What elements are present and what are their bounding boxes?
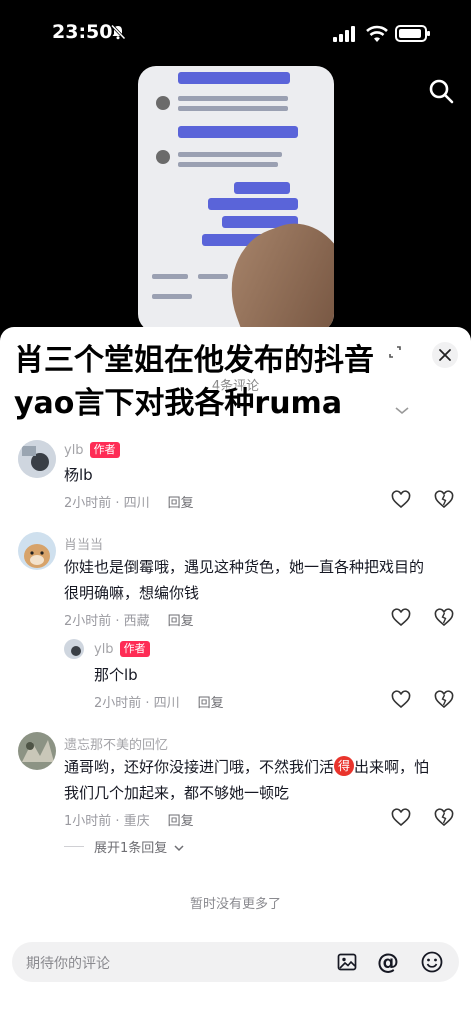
avatar[interactable] xyxy=(18,532,56,570)
comment-meta: 2小时前 · 四川 回复 xyxy=(64,492,194,511)
commenter-name[interactable]: 肖当当 xyxy=(64,534,103,553)
close-button[interactable] xyxy=(432,342,458,368)
commenter-name[interactable]: ylb 作者 xyxy=(64,442,120,458)
author-badge: 作者 xyxy=(89,442,120,458)
comment-text: 你娃也是倒霉哦，遇见这种货色，她一直各种把戏目的 很明确嘛，想编你钱 xyxy=(64,558,425,602)
no-more-text: 暂时没有更多了 xyxy=(189,897,281,912)
commenter-name[interactable]: ylb 作者 xyxy=(94,641,150,657)
comment-time: 2小时前 · 四川 xyxy=(64,496,150,511)
like-icon[interactable] xyxy=(391,690,411,710)
expand-replies-button[interactable]: 展开1条回复 xyxy=(64,837,184,856)
avatar[interactable] xyxy=(64,639,84,659)
commenter-name[interactable]: 遗忘那不美的回忆 xyxy=(64,734,168,753)
comment-meta: 2小时前 · 四川 回复 xyxy=(94,692,224,711)
emoji-de-icon: 得 xyxy=(334,756,355,776)
comment-sheet: 4条评论 xyxy=(0,327,471,1024)
video-frame xyxy=(138,66,334,332)
avatar[interactable] xyxy=(18,440,56,478)
video-player[interactable] xyxy=(0,60,471,332)
dislike-icon[interactable] xyxy=(434,808,454,828)
comment-meta: 1小时前 · 重庆 回复 xyxy=(64,810,194,829)
chevron-down-icon[interactable] xyxy=(395,407,409,415)
overlay-title: 肖三个堂姐在他发布的抖音yao言下对我各种ruma xyxy=(14,343,374,421)
status-bar: 23:50 xyxy=(0,0,471,60)
author-badge: 作者 xyxy=(119,641,150,657)
search-icon[interactable] xyxy=(428,78,454,104)
comment-time: 1小时前 · 重庆 xyxy=(64,814,150,829)
battery-icon xyxy=(395,25,430,42)
comment-text: 那个lb xyxy=(94,666,138,684)
dislike-icon[interactable] xyxy=(434,608,454,628)
mute-icon xyxy=(110,24,126,40)
comment-time: 2小时前 · 四川 xyxy=(94,696,180,711)
mention-icon[interactable]: @ xyxy=(377,950,399,975)
comment-time: 2小时前 · 西藏 xyxy=(64,614,150,629)
reply-button[interactable]: 回复 xyxy=(198,696,224,711)
reply-button[interactable]: 回复 xyxy=(168,496,194,511)
comment-text: 杨lb xyxy=(64,466,93,484)
comment-text: 通哥哟，还好你没接进门哦，不然我们活得出来啊，怕 我们几个加起来，都不够她一顿吃 xyxy=(64,756,430,802)
avatar[interactable] xyxy=(18,732,56,770)
wifi-icon xyxy=(366,25,388,42)
emoji-icon[interactable] xyxy=(421,951,443,973)
reply-button[interactable]: 回复 xyxy=(168,814,194,829)
chevron-down-icon xyxy=(174,845,184,852)
image-icon[interactable] xyxy=(337,952,357,972)
dislike-icon[interactable] xyxy=(434,490,454,510)
input-placeholder: 期待你的评论 xyxy=(26,956,110,972)
like-icon[interactable] xyxy=(391,608,411,628)
reply-button[interactable]: 回复 xyxy=(168,614,194,629)
status-time: 23:50 xyxy=(52,21,113,43)
like-icon[interactable] xyxy=(391,490,411,510)
finger xyxy=(212,209,334,332)
dislike-icon[interactable] xyxy=(434,690,454,710)
comment-input[interactable]: 期待你的评论 @ xyxy=(12,942,459,982)
like-icon[interactable] xyxy=(391,808,411,828)
close-icon xyxy=(439,349,451,361)
comment-meta: 2小时前 · 西藏 回复 xyxy=(64,610,194,629)
signal-icon xyxy=(333,26,355,42)
